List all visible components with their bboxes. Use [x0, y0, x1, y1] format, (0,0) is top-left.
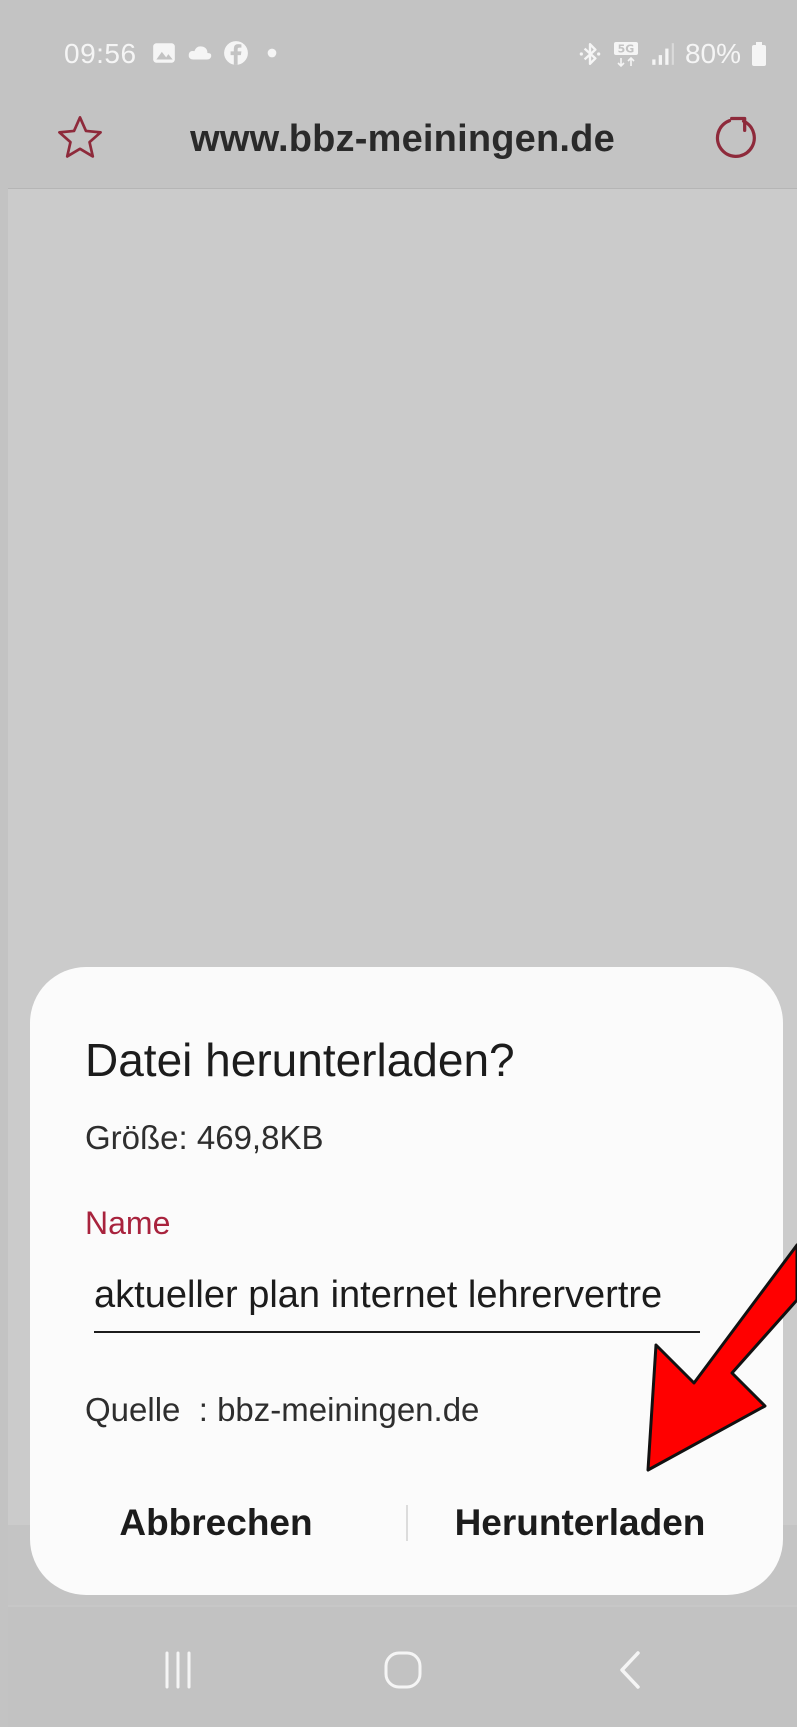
name-field-label: Name — [85, 1205, 171, 1241]
button-divider — [406, 1505, 408, 1541]
navigation-bar — [8, 1607, 797, 1727]
system-status-icons: 5G 80% — [577, 38, 767, 70]
gallery-icon — [153, 43, 175, 63]
battery-icon — [752, 42, 766, 66]
status-time: 09:56 — [64, 38, 137, 69]
browser-toolbar: www.bbz-meiningen.de — [8, 96, 797, 189]
source-text: Quelle : bbz-meiningen.de — [85, 1391, 480, 1428]
reload-icon[interactable] — [710, 112, 762, 164]
dialog-title: Datei herunterladen? — [85, 1034, 515, 1086]
svg-text:5G: 5G — [618, 43, 635, 56]
file-name-input[interactable] — [94, 1265, 700, 1333]
cloud-icon — [188, 46, 212, 60]
file-size-text: Größe: 469,8KB — [85, 1119, 324, 1156]
5g-icon: 5G — [613, 42, 638, 67]
back-icon[interactable] — [606, 1645, 656, 1695]
status-bar: 09:56 5G 80% — [8, 10, 797, 96]
url-display[interactable]: www.bbz-meiningen.de — [8, 118, 797, 161]
dot-icon — [267, 48, 277, 58]
download-button[interactable]: Herunterladen — [430, 1487, 730, 1559]
facebook-icon — [224, 41, 248, 65]
battery-percent: 80% — [684, 38, 741, 69]
cancel-button[interactable]: Abbrechen — [100, 1487, 332, 1559]
red-arrow-annotation — [646, 1243, 797, 1472]
signal-icon — [652, 43, 674, 65]
home-icon[interactable] — [378, 1645, 428, 1695]
recent-apps-icon[interactable] — [153, 1645, 203, 1695]
bluetooth-icon — [579, 43, 601, 65]
notification-icons — [151, 40, 285, 66]
